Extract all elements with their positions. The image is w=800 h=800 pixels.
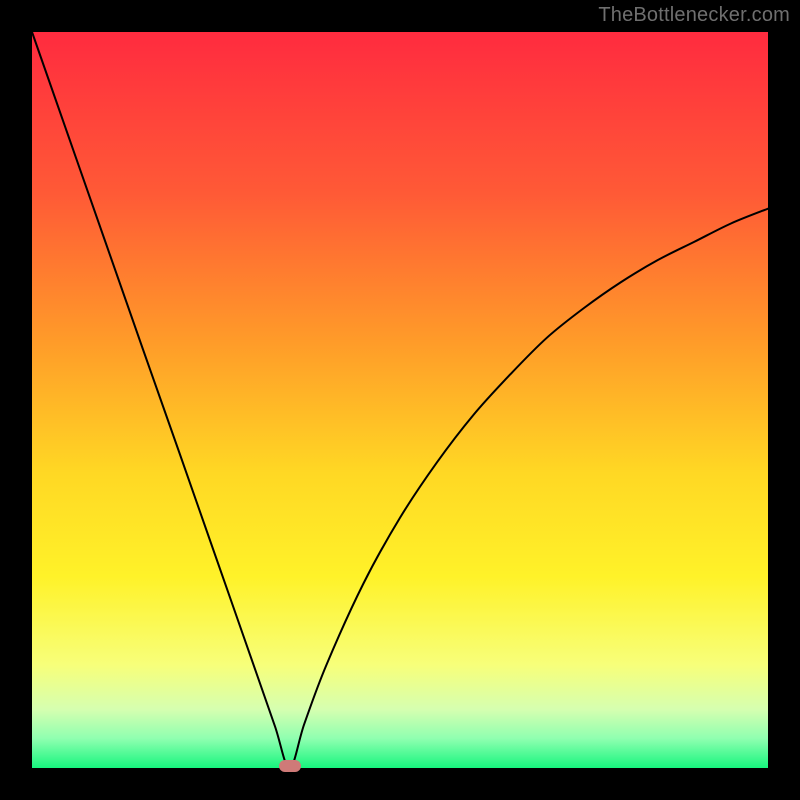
watermark-text: TheBottlenecker.com [598,4,790,27]
bottleneck-curve [32,32,768,768]
curve-layer [32,32,768,768]
chart-frame: TheBottlenecker.com [0,0,800,800]
optimal-marker [279,760,301,772]
